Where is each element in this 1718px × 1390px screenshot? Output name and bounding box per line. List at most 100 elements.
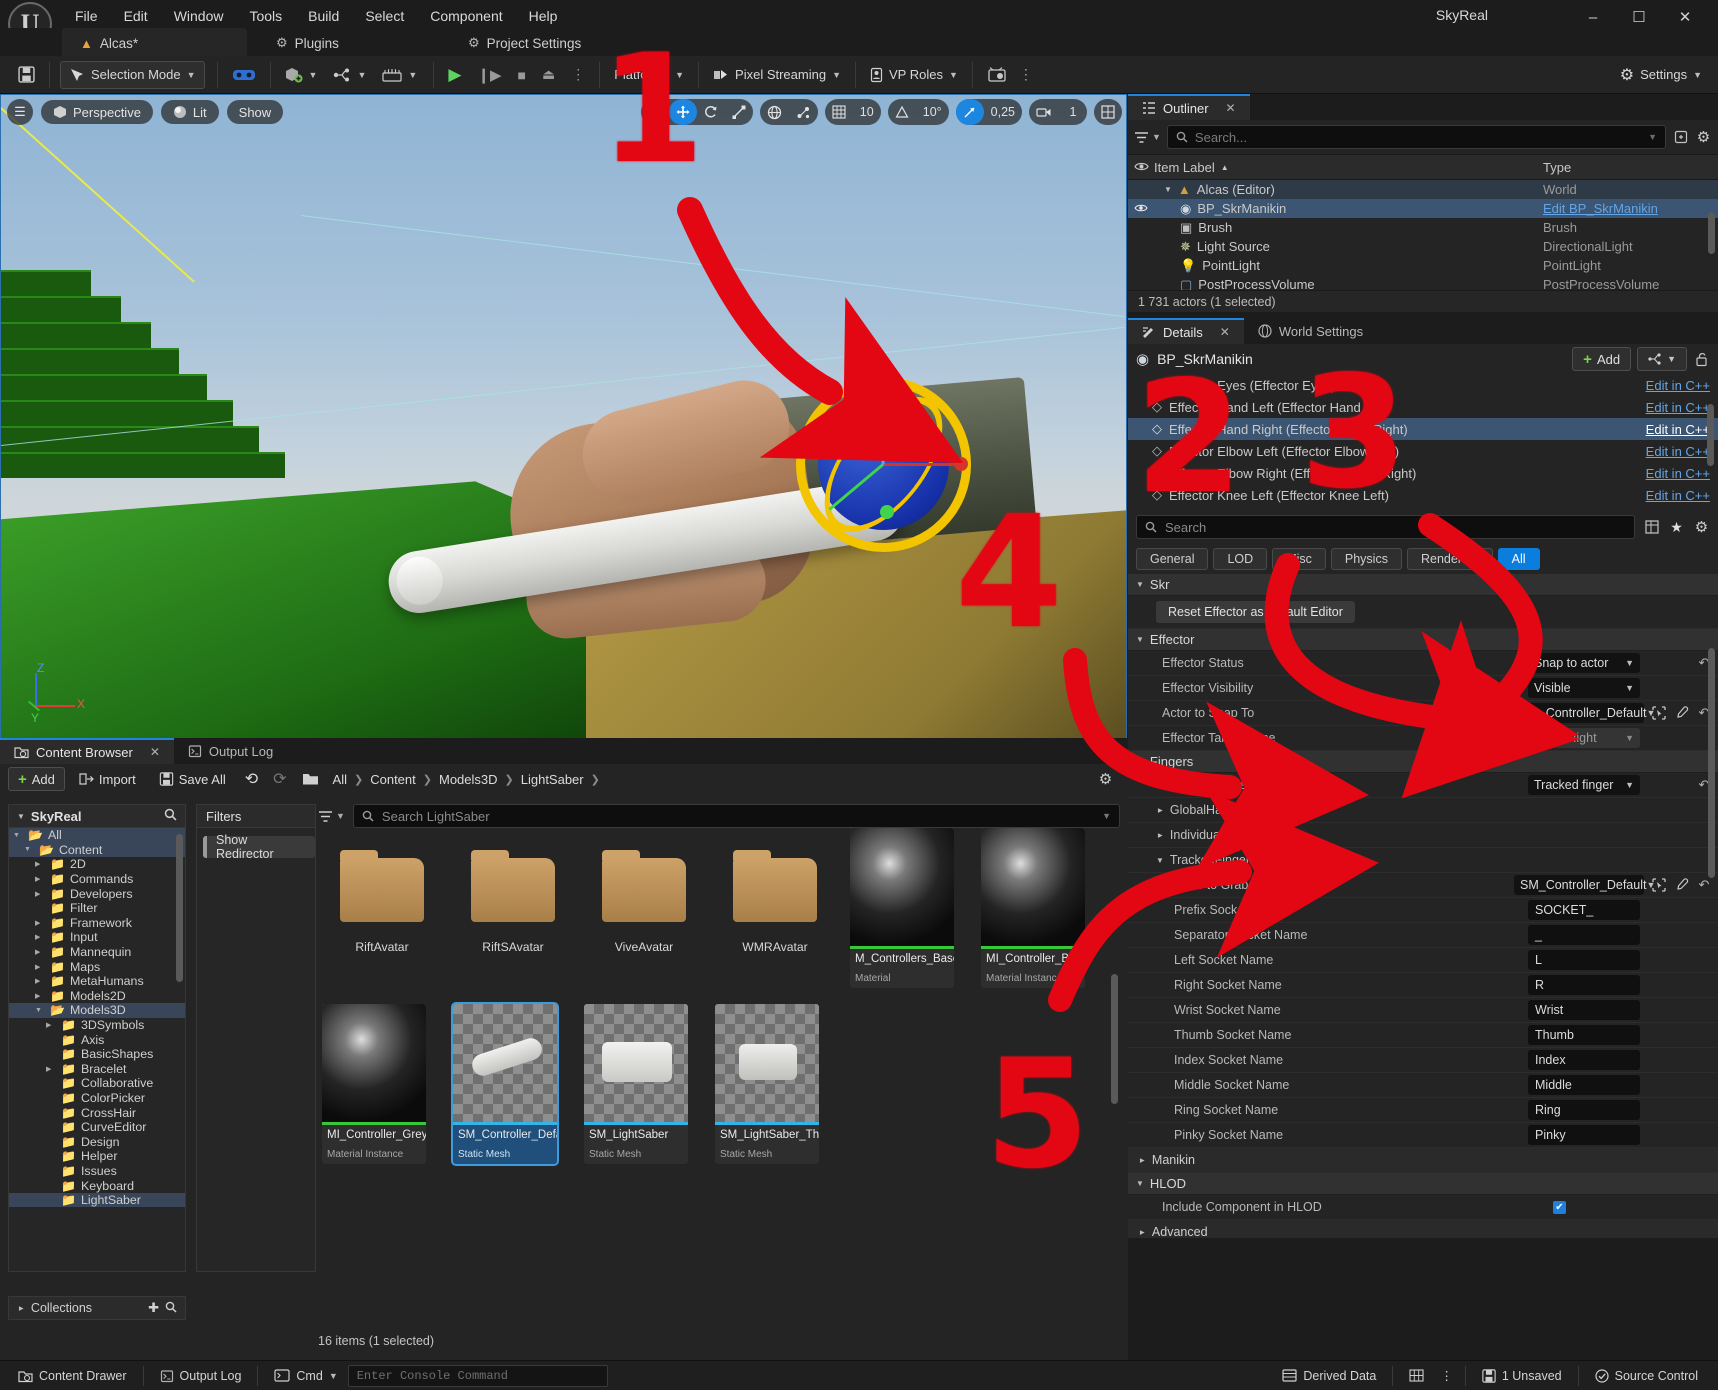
asset-mi-controller-grey[interactable]: MI_Controller_Grey Material Instance — [322, 1004, 426, 1164]
console-command-input[interactable]: Enter Console Command — [347, 1364, 608, 1387]
category-manikin[interactable]: ▼ Manikin — [1128, 1148, 1718, 1173]
asset-folder-wmravatar[interactable]: WMRAvatar — [721, 844, 829, 954]
chevron-down-icon[interactable]: ▼ — [1648, 132, 1657, 142]
add-actor-dropdown[interactable]: ▼ — [277, 61, 326, 89]
outliner-row-brush[interactable]: ▣ Brush Brush — [1128, 218, 1718, 237]
menu-file[interactable]: File — [62, 4, 111, 28]
cb-add-button[interactable]: + Add — [8, 767, 65, 791]
filter-chip-misc[interactable]: Misc — [1272, 548, 1326, 570]
asset-mi-controller-black[interactable]: MI_Controller_Black Material Instance — [981, 828, 1085, 988]
cb-save-all-button[interactable]: Save All — [150, 767, 235, 791]
tree-node-issues[interactable]: 📁 Issues — [9, 1164, 185, 1179]
tree-node-bracelet[interactable]: ▶ 📁 Bracelet — [9, 1062, 185, 1077]
outliner-search-input[interactable]: Search... ▼ — [1166, 125, 1666, 149]
grid-snap-value[interactable]: 10 — [853, 99, 881, 125]
category-hlod[interactable]: ▼ HLOD — [1128, 1173, 1718, 1195]
camera-speed-value[interactable]: 1 — [1059, 99, 1087, 125]
unlock-icon[interactable] — [1693, 351, 1710, 368]
tree-node-3dsymbols[interactable]: ▶ 📁 3DSymbols — [9, 1018, 185, 1033]
breadcrumb-lightsaber[interactable]: LightSaber — [521, 772, 584, 787]
grid-snap-icon[interactable] — [825, 99, 853, 125]
filter-chip-all[interactable]: All — [1497, 548, 1540, 570]
virtual-production-button[interactable] — [979, 61, 1015, 89]
breadcrumb-models3d[interactable]: Models3D — [439, 772, 498, 787]
view-options-button[interactable]: ▼ — [318, 810, 345, 823]
group-trackedfingers[interactable]: ▼ TrackedFingers — [1128, 848, 1718, 873]
outliner-filter-button[interactable]: ▼ — [1134, 131, 1161, 144]
left-socket-name-input[interactable]: L — [1528, 950, 1640, 970]
chevron-down-icon[interactable]: ▼ — [24, 846, 34, 853]
tree-node-lightsaber[interactable]: 📁 LightSaber — [9, 1192, 185, 1208]
chevron-down-icon[interactable]: ▼ — [1164, 185, 1172, 194]
category-skr[interactable]: ▼ Skr — [1128, 574, 1718, 596]
asset-folder-riftsavatar[interactable]: RiftSAvatar — [459, 844, 567, 954]
close-button[interactable]: ✕ — [1662, 4, 1708, 30]
minimize-button[interactable]: – — [1570, 4, 1616, 30]
tree-node-keyboard[interactable]: 📁 Keyboard — [9, 1178, 185, 1193]
details-scrollbar[interactable] — [1708, 648, 1715, 878]
tree-node-models2d[interactable]: ▶ 📁 Models2D — [9, 989, 185, 1004]
gear-icon[interactable]: ⚙ — [1097, 771, 1114, 788]
filter-chip-rendering[interactable]: Rendering — [1406, 548, 1493, 570]
tab-output-log[interactable]: Output Log — [174, 738, 287, 764]
edit-in-cpp-link-5[interactable]: Edit in C++ — [1646, 488, 1710, 503]
outliner-column-item-label[interactable]: Item Label — [1154, 160, 1215, 175]
outliner-row-light-source[interactable]: ✵ Light Source DirectionalLight — [1128, 237, 1718, 256]
vp-roles-dropdown[interactable]: VP Roles ▼ — [862, 61, 966, 89]
middle-socket-name-input[interactable]: Middle — [1528, 1075, 1640, 1095]
skr-hand-state-dropdown[interactable]: Tracked finger ▼ — [1528, 775, 1640, 795]
tree-node-developers[interactable]: ▶ 📁 Developers — [9, 886, 185, 901]
right-socket-name-input[interactable]: R — [1528, 975, 1640, 995]
menu-component[interactable]: Component — [417, 4, 515, 28]
skip-button[interactable]: ❙▶ — [469, 61, 509, 89]
reset-to-default-icon[interactable]: ↶ — [1696, 877, 1712, 893]
asset-search-input[interactable]: Search LightSaber ▼ — [352, 804, 1120, 828]
tree-node-crosshair[interactable]: 📁 CrossHair — [9, 1105, 185, 1120]
outliner-row-pointlight[interactable]: 💡 PointLight PointLight — [1128, 256, 1718, 275]
output-log-button[interactable]: Output Log — [150, 1364, 252, 1388]
tree-node-models3d[interactable]: ▼ 📂 Models3D — [9, 1003, 185, 1018]
back-arrow-icon[interactable]: ⟲ — [240, 767, 263, 791]
content-drawer-button[interactable]: Content Drawer — [8, 1364, 137, 1388]
category-advanced[interactable]: ▼ Advanced — [1128, 1220, 1718, 1238]
category-effector[interactable]: ▼ Effector — [1128, 629, 1718, 651]
edit-in-cpp-link-1[interactable]: Edit in C++ — [1646, 400, 1710, 415]
category-fingers[interactable]: ▼ Fingers — [1128, 751, 1718, 773]
tree-node-input[interactable]: ▶ 📁 Input — [9, 930, 185, 945]
close-icon[interactable]: ✕ — [1226, 101, 1236, 115]
collections-bar[interactable]: ▼ Collections ✚ — [8, 1296, 186, 1320]
search-icon[interactable] — [165, 1301, 177, 1316]
scale-snap-value[interactable]: 0,25 — [984, 99, 1022, 125]
breadcrumb-all[interactable]: All — [333, 772, 347, 787]
surface-snap-icon[interactable] — [789, 99, 818, 125]
viewport-perspective-dropdown[interactable]: Perspective — [41, 100, 153, 124]
gear-icon[interactable]: ⚙ — [1695, 129, 1712, 146]
viewport-menu-icon[interactable]: ☰ — [7, 99, 33, 125]
settings-dropdown[interactable]: ⚙ Settings ▼ — [1612, 61, 1710, 89]
cmd-dropdown[interactable]: Cmd ▼ — [264, 1364, 347, 1388]
outliner-row-alcas[interactable]: ▼ ▲ Alcas (Editor) World — [1128, 180, 1718, 199]
tab-project-settings[interactable]: ⚙ Project Settings — [450, 28, 599, 58]
tree-node-filter[interactable]: 📁 Filter — [9, 901, 185, 916]
tree-node-metahumans[interactable]: ▶ 📁 MetaHumans — [9, 974, 185, 989]
tree-node-basicshapes[interactable]: 📁 BasicShapes — [9, 1047, 185, 1062]
outliner-column-type[interactable]: Type — [1543, 160, 1718, 175]
source-control-button[interactable]: Source Control — [1585, 1364, 1708, 1388]
tree-node-curveeditor[interactable]: 📁 CurveEditor — [9, 1120, 185, 1135]
filter-chip-lod[interactable]: LOD — [1213, 548, 1268, 570]
close-icon[interactable]: ✕ — [1220, 325, 1230, 339]
angle-snap-icon[interactable] — [888, 99, 916, 125]
chevron-down-icon[interactable]: ▼ — [17, 812, 25, 821]
tab-content-browser[interactable]: Content Browser ✕ — [0, 738, 174, 764]
scale-tool-icon[interactable] — [725, 99, 753, 125]
chevron-down-icon[interactable]: ▼ — [35, 1007, 45, 1014]
gizmo-x-axis[interactable] — [883, 463, 961, 466]
eye-icon[interactable] — [1128, 201, 1154, 216]
toolbar-overflow-button[interactable]: ⋮ — [1015, 61, 1037, 89]
derived-data-button[interactable]: Derived Data — [1272, 1364, 1386, 1388]
filter-chip-show-redirector[interactable]: Show Redirector — [203, 833, 315, 861]
component-list-scrollbar[interactable] — [1707, 404, 1714, 466]
pinky-socket-name-input[interactable]: Pinky — [1528, 1125, 1640, 1145]
index-socket-name-input[interactable]: Index — [1528, 1050, 1640, 1070]
play-button[interactable]: ▶ — [440, 61, 469, 89]
